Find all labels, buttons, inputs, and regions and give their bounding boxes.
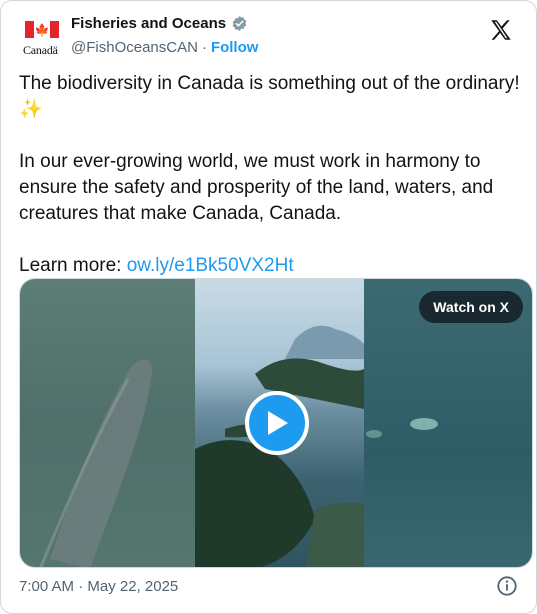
canada-flag-icon: 🍁 bbox=[25, 21, 59, 38]
tweet-timestamp[interactable]: 7:00 AM · May 22, 2025 bbox=[19, 578, 178, 595]
author-handle[interactable]: @FishOceansCAN bbox=[71, 39, 198, 56]
learn-more-prefix: Learn more: bbox=[19, 255, 127, 276]
play-button[interactable] bbox=[245, 391, 309, 455]
x-logo-icon[interactable] bbox=[488, 17, 514, 43]
tweet-header: 🍁 Canadä Fisheries and Oceans @FishOcean… bbox=[19, 15, 522, 61]
tweet-card: 🍁 Canadä Fisheries and Oceans @FishOcean… bbox=[0, 0, 537, 614]
follow-button[interactable]: Follow bbox=[211, 39, 259, 56]
author-avatar[interactable]: 🍁 Canadä bbox=[23, 19, 63, 59]
info-icon[interactable] bbox=[496, 575, 518, 597]
tweet-line-2: In our ever-growing world, we must work … bbox=[19, 151, 499, 224]
tweet-text: The biodiversity in Canada is something … bbox=[19, 71, 524, 279]
author-name-row: Fisheries and Oceans bbox=[71, 15, 248, 32]
play-icon bbox=[268, 411, 288, 435]
author-name[interactable]: Fisheries and Oceans bbox=[71, 15, 226, 32]
watch-on-x-button[interactable]: Watch on X bbox=[419, 291, 523, 323]
separator-dot: · bbox=[201, 39, 207, 56]
author-handle-row: @FishOceansCAN · Follow bbox=[71, 39, 258, 56]
verified-badge-icon bbox=[232, 16, 247, 31]
learn-more-link[interactable]: ow.ly/e1Bk50VX2Ht bbox=[127, 255, 294, 276]
whale-aerial-panel bbox=[20, 279, 195, 567]
tweet-line-1: The biodiversity in Canada is something … bbox=[19, 73, 525, 120]
canada-wordmark: Canadä bbox=[23, 43, 58, 57]
video-media[interactable]: Watch on X bbox=[19, 278, 533, 568]
